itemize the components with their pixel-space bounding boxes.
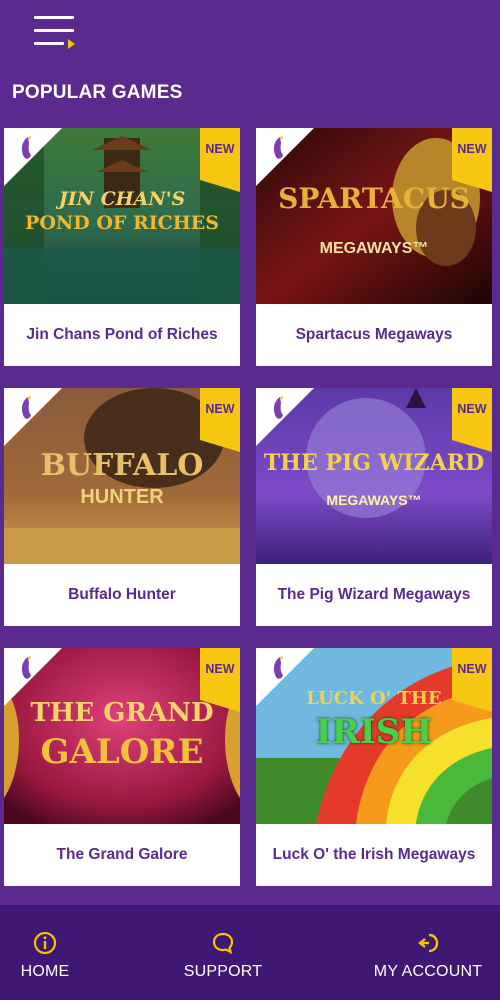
nav-support[interactable]: SUPPORT bbox=[180, 905, 266, 1000]
game-title: Spartacus Megaways bbox=[295, 326, 453, 343]
bottom-nav: HOME SUPPORT MY ACCOUNT bbox=[0, 905, 500, 1000]
eggplant-icon bbox=[21, 136, 31, 159]
new-badge: NEW bbox=[452, 648, 492, 712]
game-title: Buffalo Hunter bbox=[68, 586, 176, 603]
login-icon bbox=[418, 933, 439, 953]
new-badge: NEW bbox=[200, 648, 240, 712]
info-circle-icon bbox=[33, 931, 57, 955]
new-badge: NEW bbox=[200, 128, 240, 192]
game-card-buffalo-hunter[interactable]: BUFFALO HUNTER NEW Buffalo Hunter bbox=[4, 388, 240, 626]
chat-bubble-icon bbox=[212, 932, 234, 955]
eggplant-icon bbox=[273, 656, 283, 679]
nav-home-label: HOME bbox=[20, 963, 70, 980]
section-title: POPULAR GAMES bbox=[12, 82, 183, 103]
game-title: The Pig Wizard Megaways bbox=[277, 586, 471, 603]
eggplant-icon bbox=[273, 396, 283, 419]
eggplant-icon bbox=[21, 656, 31, 679]
nav-home[interactable]: HOME bbox=[10, 905, 80, 1000]
game-card-spartacus[interactable]: SPARTACUS MEGAWAYS™ NEW Spartacus Megawa… bbox=[256, 128, 492, 366]
top-bar bbox=[0, 0, 500, 70]
game-title: Luck O' the Irish Megaways bbox=[272, 846, 476, 863]
game-card-pig-wizard[interactable]: THE PIG WIZARD MEGAWAYS™ NEW The Pig Wiz… bbox=[256, 388, 492, 626]
eggplant-icon bbox=[273, 136, 283, 159]
game-card-luck-o-the-irish[interactable]: LUCK O' THE IRISH NEW Luck O' the Irish … bbox=[256, 648, 492, 886]
game-card-grand-galore[interactable]: THE GRAND GALORE NEW The Grand Galore bbox=[4, 648, 240, 886]
eggplant-icon bbox=[21, 396, 31, 419]
nav-my-account-label: MY ACCOUNT bbox=[373, 963, 483, 980]
hamburger-menu-icon[interactable] bbox=[34, 14, 78, 52]
nav-my-account[interactable]: MY ACCOUNT bbox=[372, 905, 484, 1000]
new-badge: NEW bbox=[452, 128, 492, 192]
game-title: Jin Chans Pond of Riches bbox=[26, 326, 218, 343]
new-badge: NEW bbox=[200, 388, 240, 452]
game-card-jin-chans[interactable]: JIN CHAN'S POND OF RICHES NEW Jin Chans … bbox=[4, 128, 240, 366]
game-title: The Grand Galore bbox=[56, 846, 188, 863]
nav-support-label: SUPPORT bbox=[183, 963, 263, 980]
new-badge: NEW bbox=[452, 388, 492, 452]
